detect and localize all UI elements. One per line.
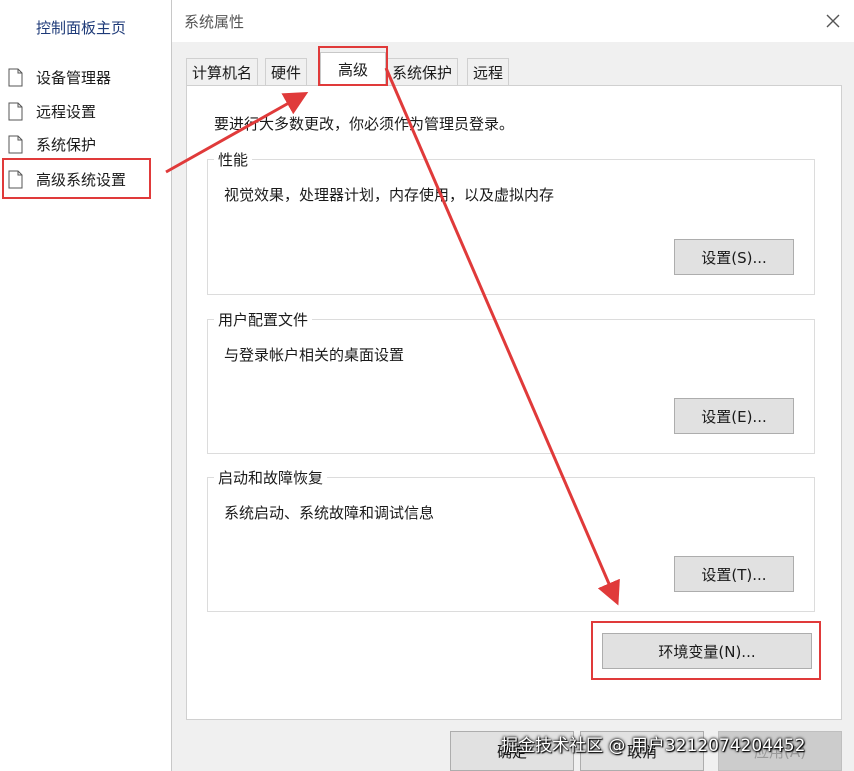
startup-recovery-description: 系统启动、系统故障和调试信息 [224, 504, 435, 522]
dialog-titlebar: 系统属性 [172, 0, 854, 42]
tab-computer-name[interactable]: 计算机名 [186, 58, 259, 85]
document-icon [8, 68, 23, 87]
startup-recovery-legend: 启动和故障恢复 [214, 467, 328, 488]
sidebar-item-system-protection[interactable]: 系统保护 [8, 131, 96, 157]
performance-group: 性能 视觉效果，处理器计划，内存使用，以及虚拟内存 设置(S)... [207, 149, 815, 295]
tab-hardware[interactable]: 硬件 [265, 58, 308, 85]
highlight-box-advanced-tab [318, 46, 388, 86]
dialog-title: 系统属性 [184, 13, 245, 31]
performance-settings-button[interactable]: 设置(S)... [674, 239, 794, 275]
highlight-box-env-button [591, 621, 821, 680]
startup-recovery-settings-button[interactable]: 设置(T)... [674, 556, 794, 592]
tab-remote[interactable]: 远程 [467, 58, 510, 85]
performance-description: 视觉效果，处理器计划，内存使用，以及虚拟内存 [224, 186, 555, 204]
user-profiles-settings-button[interactable]: 设置(E)... [674, 398, 794, 434]
tab-system-protection[interactable]: 系统保护 [386, 58, 459, 85]
user-profiles-group: 用户配置文件 与登录帐户相关的桌面设置 设置(E)... [207, 309, 815, 454]
system-properties-dialog: 系统属性 计算机名 硬件 高级 系统保护 远程 要进行大多数更改，你必须作为管理… [171, 0, 854, 771]
close-icon[interactable] [821, 9, 845, 33]
sidebar-item-remote-settings[interactable]: 远程设置 [8, 98, 96, 124]
watermark: 掘金技术社区 @ 用户3212074204452 [501, 736, 806, 756]
control-panel-sidebar: 控制面板主页 设备管理器 远程设置 系统保护 高级系统设置 [0, 0, 170, 771]
document-icon [8, 102, 23, 121]
sidebar-item-device-manager[interactable]: 设备管理器 [8, 64, 111, 90]
performance-legend: 性能 [214, 149, 253, 170]
document-icon [8, 135, 23, 154]
highlight-box-advanced-settings [2, 158, 151, 199]
sidebar-item-label: 设备管理器 [36, 68, 112, 87]
sidebar-item-label: 系统保护 [36, 135, 97, 154]
user-profiles-legend: 用户配置文件 [214, 309, 313, 330]
startup-recovery-group: 启动和故障恢复 系统启动、系统故障和调试信息 设置(T)... [207, 467, 815, 612]
admin-notice: 要进行大多数更改，你必须作为管理员登录。 [214, 115, 515, 133]
advanced-tab-page: 要进行大多数更改，你必须作为管理员登录。 性能 视觉效果，处理器计划，内存使用，… [186, 85, 842, 720]
sidebar-item-label: 远程设置 [36, 102, 97, 121]
user-profiles-description: 与登录帐户相关的桌面设置 [224, 346, 405, 364]
control-panel-home-link[interactable]: 控制面板主页 [36, 17, 126, 38]
